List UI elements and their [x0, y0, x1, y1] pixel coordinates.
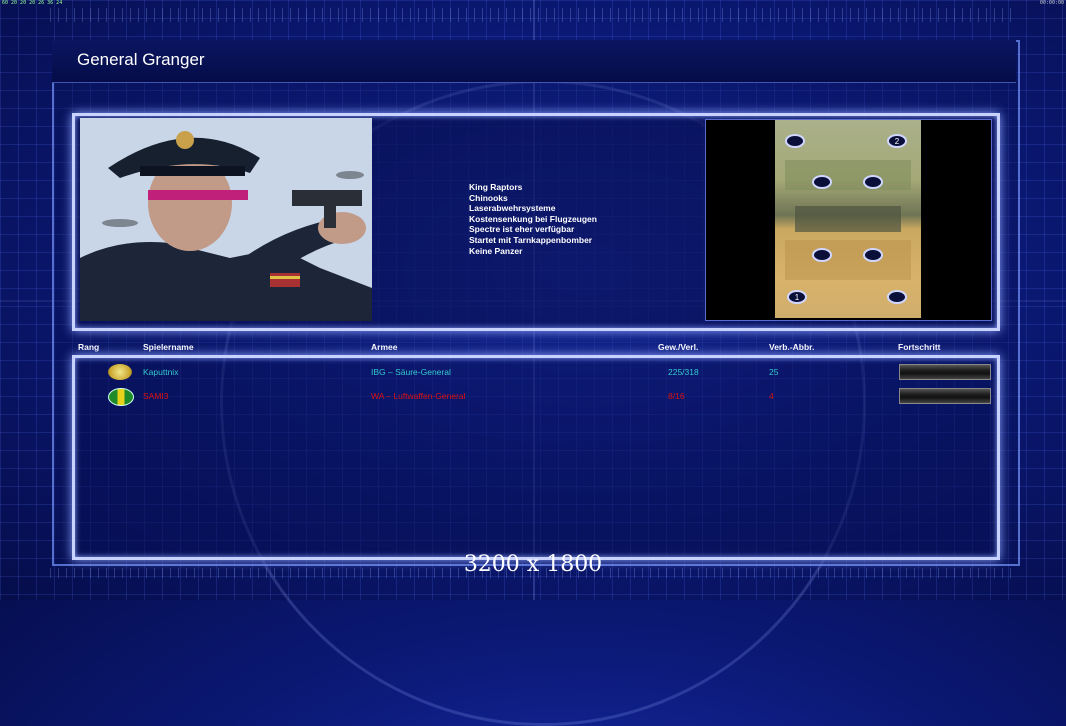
header-army[interactable]: Armee: [371, 342, 397, 352]
map-terrain: 2 1: [785, 134, 911, 304]
header-player-name[interactable]: Spielername: [143, 342, 194, 352]
feature-item: Keine Panzer: [469, 245, 523, 256]
general-portrait: [80, 118, 372, 321]
green-rank-icon: [108, 388, 134, 406]
general-features-list: King Raptors Chinooks Laserabwehrsysteme…: [469, 182, 597, 256]
header-disconnects[interactable]: Verb.-Abbr.: [769, 342, 814, 352]
player-army: IBG – Säure-General: [371, 367, 451, 377]
feature-item: Spectre ist eher verfügbar: [469, 224, 575, 235]
player-disconnects: 4: [769, 391, 774, 401]
progress-bar: [899, 364, 991, 380]
header-wins-losses[interactable]: Gew./Verl.: [658, 342, 698, 352]
gold-rank-icon: [108, 364, 132, 380]
table-row[interactable]: Kaputtnix IBG – Säure-General 225/318 25: [0, 363, 1066, 381]
status-clock: 00:00:00: [1039, 0, 1064, 6]
general-portrait-image: [80, 118, 372, 321]
player-name: SAMI3: [143, 391, 169, 401]
map-preview[interactable]: 2 1: [775, 120, 921, 318]
header-progress[interactable]: Fortschritt: [898, 342, 941, 352]
progress-bar: [899, 388, 991, 404]
status-left: 60 20 20 20 26 36 24: [2, 0, 63, 6]
player-wins-losses: 8/16: [668, 391, 685, 401]
page-title: General Granger: [77, 50, 205, 69]
feature-item: Kostensenkung bei Flugzeugen: [469, 213, 597, 224]
feature-item: Startet mit Tarnkappenbomber: [469, 234, 593, 245]
spawn-label-1: 1: [795, 293, 800, 302]
feature-item: Laserabwehrsysteme: [469, 203, 556, 214]
feature-item: Chinooks: [469, 192, 508, 203]
player-wins-losses: 225/318: [668, 367, 699, 377]
top-ruler: [50, 8, 1016, 22]
resolution-overlay: 3200 x 1800: [463, 552, 603, 577]
table-row[interactable]: SAMI3 WA – Luftwaffen-General 8/16 4: [0, 387, 1066, 406]
feature-item: King Raptors: [469, 182, 523, 192]
player-table-panel: [72, 355, 1000, 560]
spawn-label-2: 2: [895, 137, 900, 146]
header-rank[interactable]: Rang: [78, 342, 99, 352]
player-army: WA – Luftwaffen-General: [371, 391, 466, 401]
player-disconnects: 25: [769, 367, 779, 377]
player-name: Kaputtnix: [143, 367, 179, 377]
